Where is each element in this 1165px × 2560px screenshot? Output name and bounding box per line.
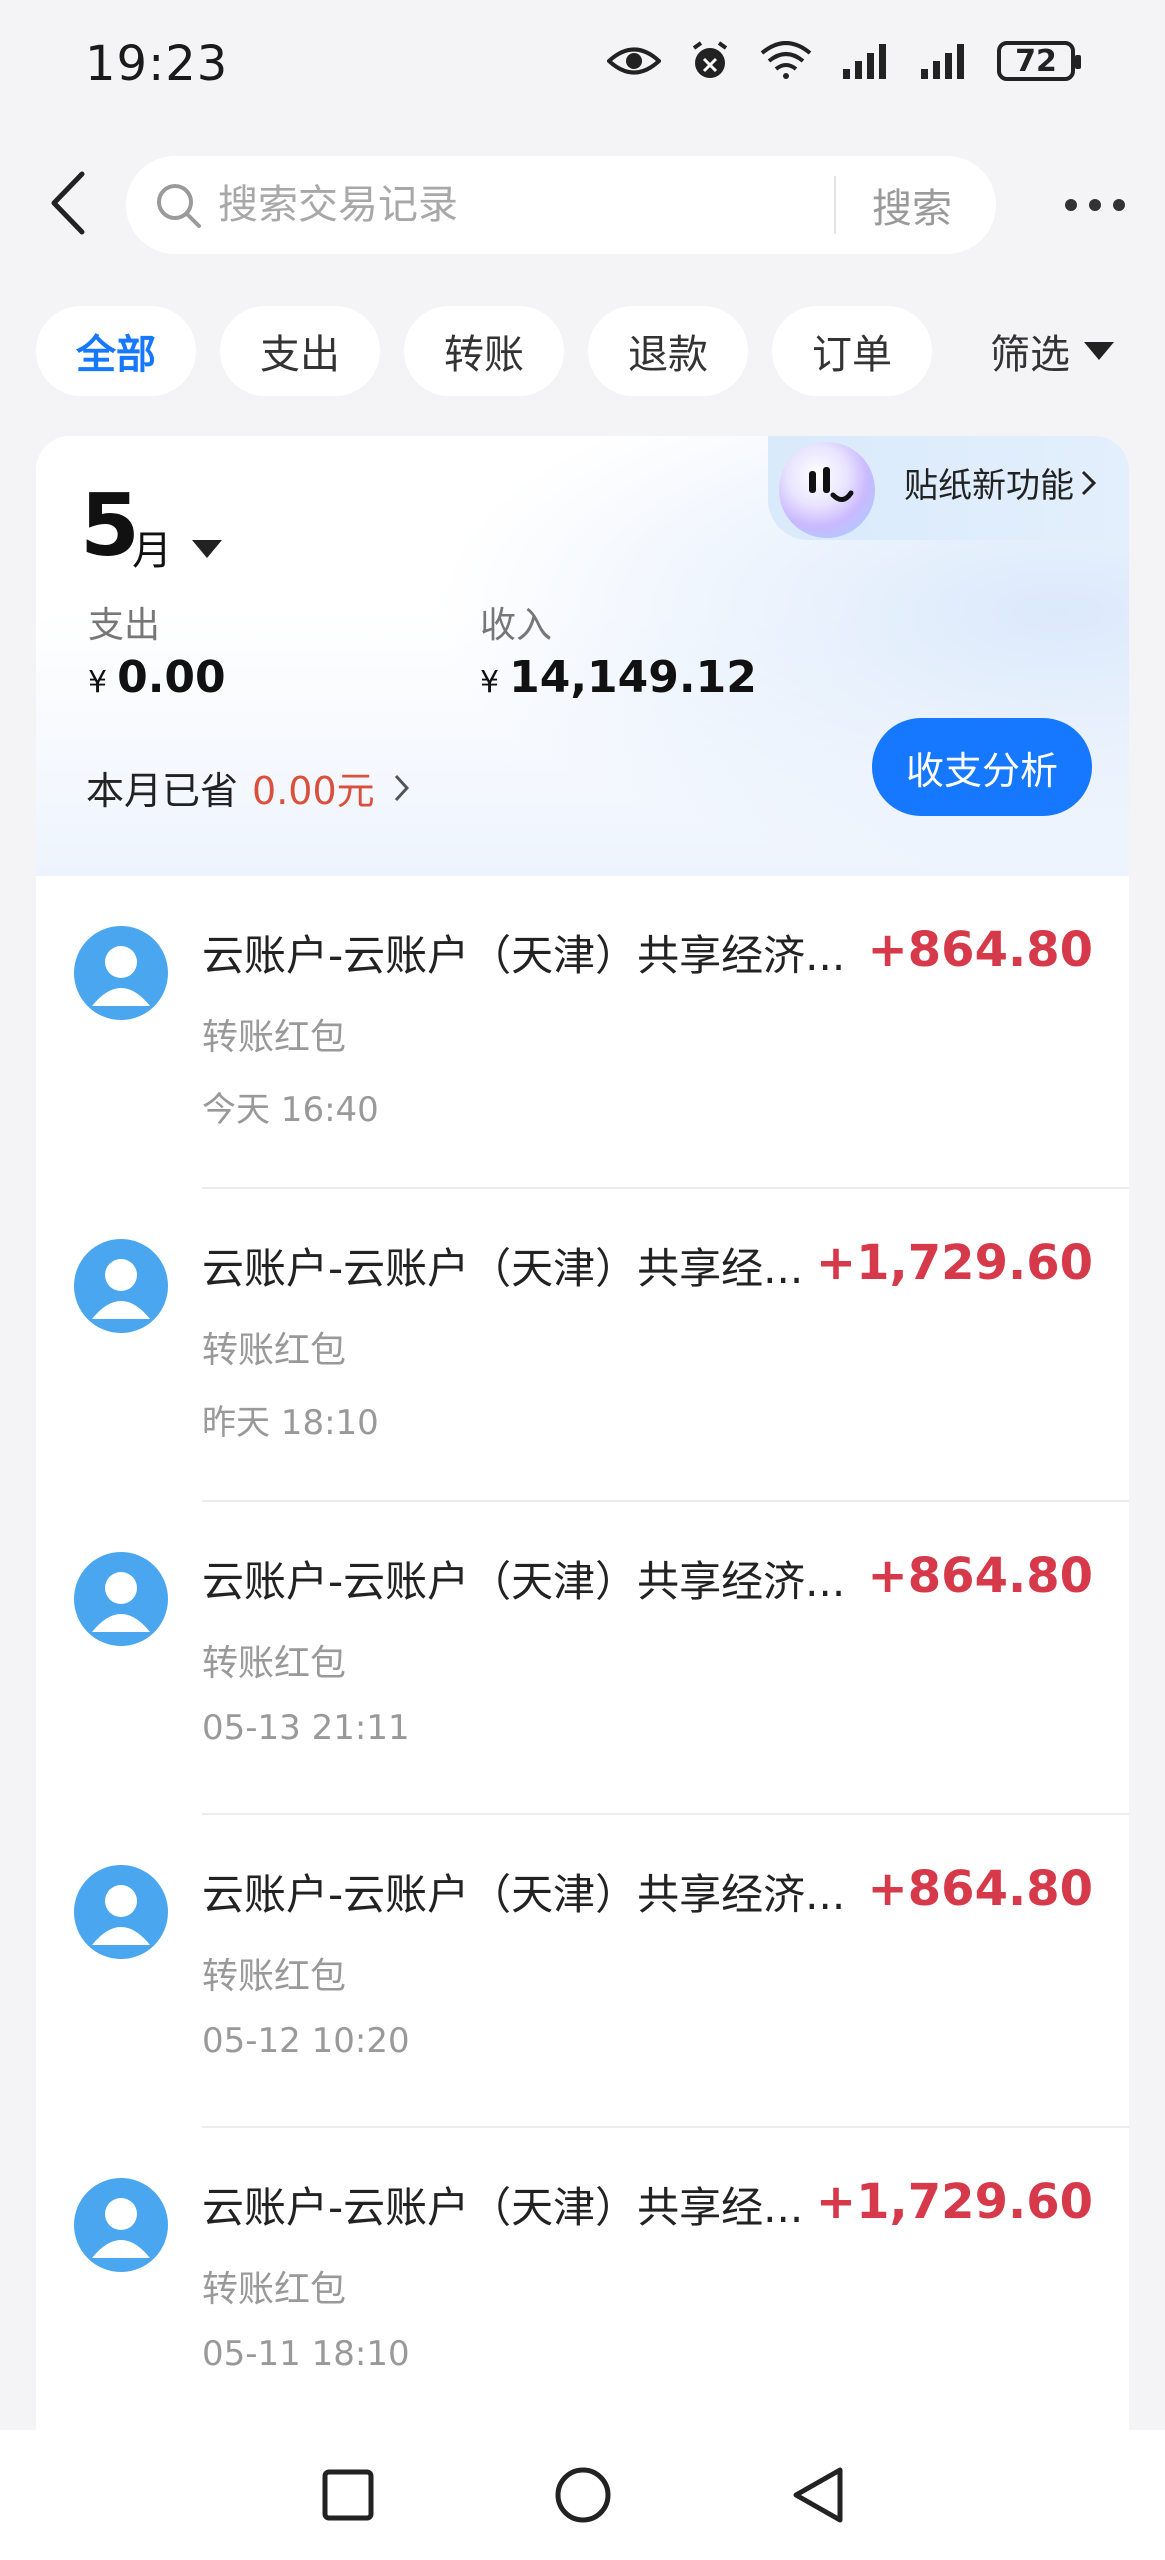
search-input[interactable] xyxy=(218,182,798,228)
avatar-person-icon xyxy=(74,926,168,1020)
transaction-type: 转账红包 xyxy=(202,1956,347,1997)
currency-symbol: ¥ xyxy=(480,665,500,700)
avatar-person-icon xyxy=(74,2178,168,2272)
transaction-title: 云账户-云账户（天津）共享经... xyxy=(202,2183,804,2232)
triangle-back-icon xyxy=(793,2467,842,2523)
more-options-button[interactable] xyxy=(1055,180,1135,230)
transaction-amount: +864.80 xyxy=(867,922,1093,978)
income-label: 收入 xyxy=(480,605,553,646)
search-icon xyxy=(152,179,204,231)
avatar-person-icon xyxy=(74,1552,168,1646)
list-item[interactable]: 云账户-云账户（天津）共享经... +1,729.60 转账红包 昨天 18:1… xyxy=(36,1189,1129,1502)
search-header: 搜索 xyxy=(0,150,1165,260)
more-dot-icon xyxy=(1089,199,1101,211)
search-box[interactable]: 搜索 xyxy=(126,156,996,254)
monthly-savings-link[interactable]: 本月已省 0.00元 xyxy=(86,760,411,815)
sticker-label: 贴纸新功能 xyxy=(904,466,1074,506)
caret-down-icon xyxy=(1084,342,1114,360)
search-divider xyxy=(834,176,836,234)
eye-icon xyxy=(607,44,661,78)
more-dot-icon xyxy=(1113,199,1125,211)
transaction-type: 转账红包 xyxy=(202,1017,347,1058)
expense-amount: 0.00 xyxy=(117,652,226,703)
transaction-type: 转账红包 xyxy=(202,1330,347,1371)
tab-transfer[interactable]: 转账 xyxy=(404,306,564,396)
square-icon xyxy=(322,2469,373,2521)
recents-button[interactable] xyxy=(298,2445,398,2545)
transaction-time: 05-12 10:20 xyxy=(202,2021,410,2061)
filter-tabs: 全部 支出 转账 退款 订单 xyxy=(36,306,932,396)
list-item[interactable]: 云账户-云账户（天津）共享经... +1,729.60 转账红包 05-11 1… xyxy=(36,2128,1129,2441)
list-item[interactable]: 云账户-云账户（天津）共享经济... +864.80 转账红包 05-12 10… xyxy=(36,1815,1129,2128)
saved-value: 0.00元 xyxy=(252,769,375,813)
avatar-person-icon xyxy=(74,1865,168,1959)
list-item[interactable]: 云账户-云账户（天津）共享经济... +864.80 转账红包 05-13 21… xyxy=(36,1502,1129,1815)
transaction-time: 05-13 21:11 xyxy=(202,1708,410,1748)
sticker-face-icon[interactable] xyxy=(779,442,875,538)
signal-icon xyxy=(919,41,969,81)
income-amount: 14,149.12 xyxy=(509,652,757,703)
transaction-amount: +864.80 xyxy=(867,1548,1093,1604)
transaction-title: 云账户-云账户（天津）共享经济... xyxy=(202,1557,846,1606)
back-nav-button[interactable] xyxy=(768,2445,868,2545)
chevron-right-icon xyxy=(393,773,411,803)
transaction-title: 云账户-云账户（天津）共享经... xyxy=(202,1244,804,1293)
transaction-time: 今天 16:40 xyxy=(202,1090,379,1130)
saved-label: 本月已省 xyxy=(86,769,239,813)
income-value: ¥14,149.12 xyxy=(480,652,757,703)
tab-refund[interactable]: 退款 xyxy=(588,306,748,396)
filter-label: 筛选 xyxy=(990,332,1070,378)
wifi-icon xyxy=(759,41,813,81)
transaction-time: 05-11 18:10 xyxy=(202,2334,410,2374)
search-button[interactable]: 搜索 xyxy=(872,156,952,254)
transaction-type: 转账红包 xyxy=(202,2269,347,2310)
page: 19:23 72 搜索交易记录 搜索 全部 支出 转账 退款 订单 筛选 贴纸新… xyxy=(0,0,1165,2560)
sticker-feature-link[interactable]: 贴纸新功能 xyxy=(904,458,1098,507)
chevron-right-icon xyxy=(1081,470,1097,495)
list-item[interactable]: 云账户-云账户（天津）共享经济... +864.80 转账红包 今天 16:40 xyxy=(36,876,1129,1189)
more-dot-icon xyxy=(1065,199,1077,211)
tab-order[interactable]: 订单 xyxy=(772,306,932,396)
status-bar: 19:23 72 xyxy=(0,0,1165,130)
filter-button[interactable]: 筛选 xyxy=(990,306,1114,396)
tab-all[interactable]: 全部 xyxy=(36,306,196,396)
system-navigation-bar xyxy=(0,2430,1165,2560)
transaction-title: 云账户-云账户（天津）共享经济... xyxy=(202,931,846,980)
circle-icon xyxy=(555,2467,610,2523)
transaction-title: 云账户-云账户（天津）共享经济... xyxy=(202,1870,846,1919)
home-button[interactable] xyxy=(533,2445,633,2545)
transaction-amount: +1,729.60 xyxy=(815,1235,1093,1291)
transaction-type: 转账红包 xyxy=(202,1643,347,1684)
signal-icon xyxy=(841,41,891,81)
month-caret-down-icon[interactable] xyxy=(192,540,222,558)
tab-expense[interactable]: 支出 xyxy=(220,306,380,396)
transaction-time: 昨天 18:10 xyxy=(202,1403,379,1443)
income-expense-analysis-button[interactable]: 收支分析 xyxy=(872,718,1092,816)
avatar-person-icon xyxy=(74,1239,168,1333)
back-arrow-icon xyxy=(51,171,85,235)
expense-value: ¥0.00 xyxy=(88,652,226,703)
status-icons: 72 xyxy=(607,40,1081,82)
currency-symbol: ¥ xyxy=(88,665,108,700)
transaction-amount: +864.80 xyxy=(867,1861,1093,1917)
expense-label: 支出 xyxy=(88,605,161,646)
back-button[interactable] xyxy=(38,168,98,238)
status-time: 19:23 xyxy=(85,36,229,92)
month-unit[interactable]: 月 xyxy=(132,518,172,576)
transaction-list: 云账户-云账户（天津）共享经济... +864.80 转账红包 今天 16:40… xyxy=(36,876,1129,2441)
battery-icon: 72 xyxy=(997,41,1081,81)
alarm-icon xyxy=(689,40,731,82)
month-number[interactable]: 5 xyxy=(80,476,140,576)
transactions-card: 贴纸新功能 5 月 支出 收入 ¥0.00 ¥14,149.12 本月已省 0.… xyxy=(36,436,1129,2560)
transaction-amount: +1,729.60 xyxy=(815,2174,1093,2230)
